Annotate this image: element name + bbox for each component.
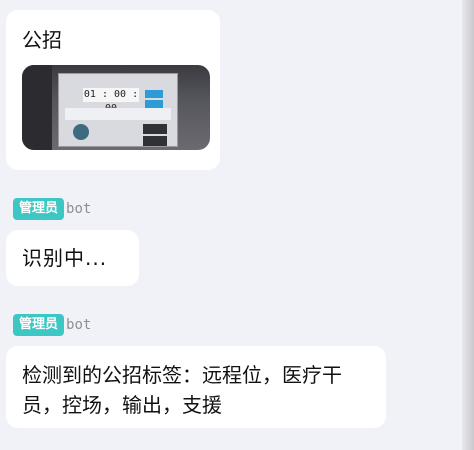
window-edge bbox=[462, 0, 474, 450]
screenshot-thumbnail[interactable]: 01 : 00 : 00 bbox=[22, 65, 210, 150]
message-text: 公招 bbox=[22, 28, 62, 52]
thumbnail-confirm bbox=[143, 124, 167, 134]
role-badge: 管理员 bbox=[13, 198, 65, 220]
sender-info: 管理员 bot bbox=[13, 198, 91, 220]
message-bubble-bot: 检测到的公招标签：远程位，医疗干员，控场，输出，支援 bbox=[6, 346, 386, 428]
message-bubble-bot: 识别中... bbox=[6, 230, 139, 286]
thumbnail-tag-button bbox=[145, 100, 163, 108]
bot-label: bot bbox=[66, 317, 92, 333]
thumbnail-sidebar bbox=[22, 65, 52, 150]
thumbnail-row bbox=[65, 108, 171, 120]
message-bubble-user: 公招 01 : 00 : 00 bbox=[6, 10, 220, 170]
bot-label: bot bbox=[66, 201, 92, 217]
thumbnail-cancel bbox=[143, 136, 167, 146]
message-text: 识别中... bbox=[22, 246, 108, 270]
role-badge: 管理员 bbox=[13, 314, 65, 336]
thumbnail-panel: 01 : 00 : 00 bbox=[58, 73, 178, 147]
thumbnail-timer: 01 : 00 : 00 bbox=[83, 88, 139, 114]
thumbnail-tag-button bbox=[145, 90, 163, 98]
message-text: 检测到的公招标签：远程位，医疗干员，控场，输出，支援 bbox=[22, 363, 342, 417]
sender-info: 管理员 bot bbox=[13, 314, 91, 336]
thumbnail-avatar bbox=[73, 124, 89, 140]
